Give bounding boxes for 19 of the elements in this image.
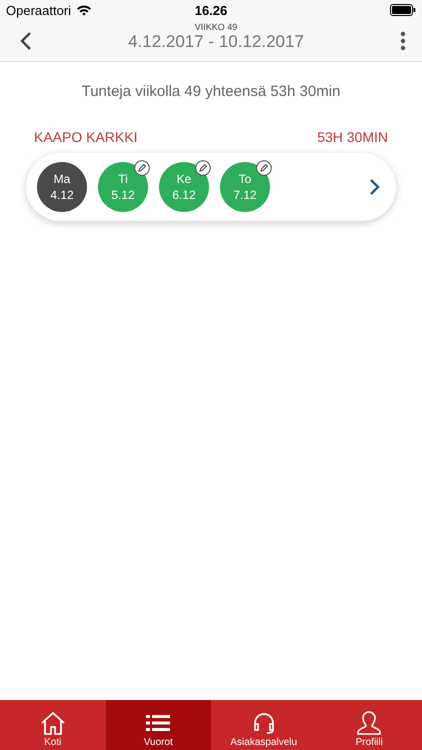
home-icon [40,710,66,736]
day-circle[interactable]: Ma 4.12 [37,162,87,212]
pencil-icon[interactable] [195,160,211,176]
day-circle[interactable]: To 7.12 [220,162,270,212]
person-icon [356,710,382,736]
day-circle[interactable]: Ti 5.12 [98,162,148,212]
employee-name: KAAPO KARKKI [34,129,138,145]
tab[interactable]: Vuorot [106,700,211,750]
clock-time: 16.26 [194,3,228,18]
wifi-icon [76,4,92,16]
date-range: 4.12.2017 - 10.12.2017 [128,32,304,52]
week-label: VIIKKO 49 [194,22,238,32]
pencil-icon[interactable] [134,160,150,176]
employee-total-hours: 53H 30MIN [317,129,388,145]
day-circle[interactable]: Ke 6.12 [159,162,209,212]
pencil-icon[interactable] [256,160,272,176]
battery-icon [390,4,416,16]
weekly-hours-summary: Tunteja viikolla 49 yhteensä 53h 30min [80,83,342,100]
carrier-name: Operaattori [6,2,72,18]
